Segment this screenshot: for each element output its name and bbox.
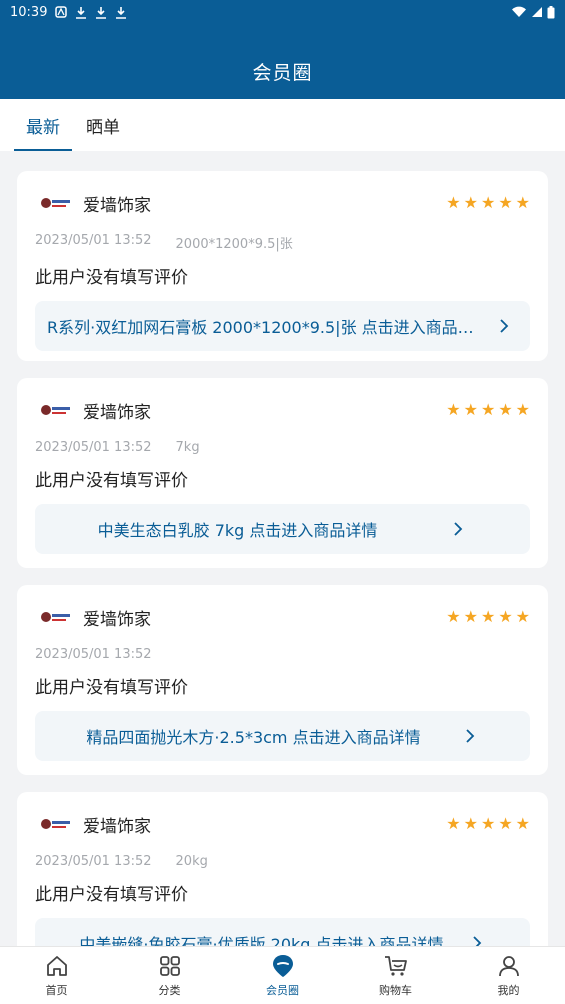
grid-icon <box>157 953 183 979</box>
product-link[interactable]: 精品四面抛光木方·2.5*3cm 点击进入商品详情 <box>35 711 530 761</box>
review-card: 爱墙饰家 ★ ★ ★ ★ ★ 2023/05/01 13:52 此用户没有填写评价 精品… <box>17 585 548 775</box>
review-comment: 此用户没有填写评价 <box>35 678 188 698</box>
product-link[interactable]: 中美嵌缝·免胶石膏·优质版 20kg 点击进入商品详情 <box>35 918 530 946</box>
app-notification-icon <box>55 6 68 18</box>
avatar <box>35 603 75 631</box>
avatar <box>35 189 75 217</box>
nav-home-label: 首页 <box>45 984 68 997</box>
status-time: 10:39 <box>10 4 48 20</box>
nav-home[interactable]: 首页 <box>0 947 113 1004</box>
avatar <box>35 396 75 424</box>
rating-stars: ★ ★ ★ ★ ★ <box>446 609 530 625</box>
star-icon: ★ <box>463 400 478 419</box>
signal-icon <box>532 7 542 17</box>
home-icon <box>44 953 70 979</box>
star-icon: ★ <box>480 193 496 212</box>
nav-category[interactable]: 分类 <box>113 947 226 1004</box>
star-icon: ★ <box>446 607 461 626</box>
nav-member-circle-label: 会员圈 <box>266 984 299 997</box>
product-spec: 7kg <box>175 440 200 455</box>
star-icon: ★ <box>498 607 513 626</box>
nav-cart[interactable]: 购物车 <box>339 947 452 1004</box>
tab-bar: 最新 晒单 <box>0 99 565 151</box>
review-date: 2023/05/01 13:52 <box>35 854 152 869</box>
reviewer-name: 爱墙饰家 <box>83 402 151 423</box>
review-comment: 此用户没有填写评价 <box>35 471 188 491</box>
download-icon <box>116 6 127 19</box>
tab-show-orders[interactable]: 晒单 <box>86 99 120 151</box>
product-spec: 20kg <box>175 854 208 869</box>
product-spec: 2000*1200*9.5|张 <box>175 237 293 252</box>
wifi-icon <box>512 6 526 18</box>
star-icon: ★ <box>515 193 530 212</box>
review-date: 2023/05/01 13:52 <box>35 440 152 455</box>
avatar <box>35 810 75 838</box>
status-notification-icons <box>55 6 127 19</box>
star-icon: ★ <box>446 193 461 212</box>
star-icon: ★ <box>480 607 496 626</box>
review-date: 2023/05/01 13:52 <box>35 647 152 662</box>
tab-latest[interactable]: 最新 <box>14 99 72 151</box>
status-system-icons <box>511 5 555 19</box>
page-title: 会员圈 <box>252 62 313 84</box>
chevron-right-icon <box>453 522 463 536</box>
review-comment: 此用户没有填写评价 <box>35 885 188 905</box>
review-comment: 此用户没有填写评价 <box>35 268 188 288</box>
download-icon <box>76 6 87 19</box>
member-circle-icon <box>270 953 296 979</box>
star-icon: ★ <box>480 400 496 419</box>
star-icon: ★ <box>498 814 513 833</box>
nav-profile-label: 我的 <box>497 984 520 997</box>
product-link-text: R系列·双红加网石膏板 2000*1200*9.5|张 点击进入商品详情 <box>47 318 487 337</box>
download-icon <box>96 6 107 19</box>
star-icon: ★ <box>515 400 530 419</box>
battery-icon <box>547 5 555 18</box>
star-icon: ★ <box>463 607 478 626</box>
nav-profile[interactable]: 我的 <box>452 947 565 1004</box>
star-icon: ★ <box>463 193 478 212</box>
reviewer-name: 爱墙饰家 <box>83 816 151 837</box>
star-icon: ★ <box>515 607 530 626</box>
bottom-navigation: 首页 分类 会员圈 购物车 我的 <box>0 946 565 1004</box>
review-card: 爱墙饰家 ★ ★ ★ ★ ★ 2023/05/01 13:52 7kg 此用户没有填写评… <box>17 378 548 568</box>
product-link-text: 中美嵌缝·免胶石膏·优质版 20kg 点击进入商品详情 <box>79 935 444 946</box>
star-icon: ★ <box>446 400 461 419</box>
star-icon: ★ <box>446 814 461 833</box>
status-bar: 10:39 <box>0 0 565 24</box>
rating-stars: ★ ★ ★ ★ ★ <box>446 402 530 418</box>
product-link[interactable]: R系列·双红加网石膏板 2000*1200*9.5|张 点击进入商品详情 <box>35 301 530 351</box>
product-link-text: 精品四面抛光木方·2.5*3cm 点击进入商品详情 <box>86 728 421 747</box>
star-icon: ★ <box>463 814 478 833</box>
chevron-right-icon <box>499 319 509 333</box>
nav-member-circle[interactable]: 会员圈 <box>226 947 339 1004</box>
user-icon <box>496 953 522 979</box>
star-icon: ★ <box>515 814 530 833</box>
star-icon: ★ <box>480 814 496 833</box>
nav-cart-label: 购物车 <box>379 984 412 997</box>
cart-icon <box>383 953 409 979</box>
rating-stars: ★ ★ ★ ★ ★ <box>446 195 530 211</box>
star-icon: ★ <box>498 193 513 212</box>
chevron-right-icon <box>465 729 475 743</box>
nav-category-label: 分类 <box>158 984 181 997</box>
review-date: 2023/05/01 13:52 <box>35 233 152 248</box>
review-card: 爱墙饰家 ★ ★ ★ ★ ★ 2023/05/01 13:52 2000*1200*9.… <box>17 171 548 361</box>
chevron-right-icon <box>472 936 482 946</box>
app-header: 10:39 会员圈 <box>0 0 565 99</box>
product-link-text: 中美生态白乳胶 7kg 点击进入商品详情 <box>97 521 378 540</box>
reviewer-name: 爱墙饰家 <box>83 609 151 630</box>
review-feed[interactable]: 爱墙饰家 ★ ★ ★ ★ ★ 2023/05/01 13:52 2000*1200*9.… <box>17 171 548 946</box>
reviewer-name: 爱墙饰家 <box>83 195 151 216</box>
product-link[interactable]: 中美生态白乳胶 7kg 点击进入商品详情 <box>35 504 530 554</box>
review-card: 爱墙饰家 ★ ★ ★ ★ ★ 2023/05/01 13:52 20kg 此用户没有填写… <box>17 792 548 946</box>
star-icon: ★ <box>498 400 513 419</box>
rating-stars: ★ ★ ★ ★ ★ <box>446 816 530 832</box>
